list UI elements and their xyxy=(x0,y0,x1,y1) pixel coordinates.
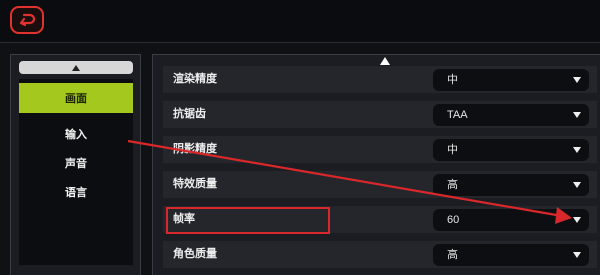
setting-row-render-precision: 渲染精度 中 xyxy=(163,66,597,93)
sidebar-item-language[interactable]: 语言 xyxy=(19,177,133,207)
shadow-precision-dropdown[interactable]: 中 xyxy=(433,139,589,161)
settings-panel: 渲染精度 中 抗锯齿 TAA 阴影精度 中 特效质量 高 帧率 60 角色质量 … xyxy=(152,54,600,275)
sidebar-scroll-up-button[interactable] xyxy=(19,61,133,74)
scroll-up-indicator-icon[interactable] xyxy=(380,57,390,65)
setting-row-character-quality: 角色质量 高 xyxy=(163,241,597,268)
render-precision-dropdown[interactable]: 中 xyxy=(433,69,589,91)
setting-label: 阴影精度 xyxy=(173,143,217,155)
character-quality-dropdown[interactable]: 高 xyxy=(433,244,589,266)
chevron-down-icon xyxy=(573,147,581,153)
sidebar-item-sound[interactable]: 声音 xyxy=(19,148,133,178)
sidebar-category-list: 画面 输入 声音 语言 xyxy=(19,79,133,265)
sidebar-item-graphics[interactable]: 画面 xyxy=(19,83,133,113)
back-arrow-icon xyxy=(19,13,36,27)
anti-aliasing-dropdown[interactable]: TAA xyxy=(433,104,589,126)
sidebar-item-label: 画面 xyxy=(65,93,87,105)
sidebar-item-label: 声音 xyxy=(65,158,87,170)
dropdown-value: 高 xyxy=(447,249,458,261)
sidebar-item-input[interactable]: 输入 xyxy=(19,119,133,149)
top-bar xyxy=(0,0,600,42)
effects-quality-dropdown[interactable]: 高 xyxy=(433,174,589,196)
setting-label: 抗锯齿 xyxy=(173,108,206,120)
dropdown-value: TAA xyxy=(447,109,468,121)
frame-rate-dropdown[interactable]: 60 xyxy=(433,209,589,231)
chevron-down-icon xyxy=(573,182,581,188)
frame-rate-highlight-box xyxy=(166,207,330,234)
header-divider xyxy=(0,42,600,43)
dropdown-value: 中 xyxy=(447,74,458,86)
chevron-down-icon xyxy=(573,217,581,223)
dropdown-value: 高 xyxy=(447,179,458,191)
setting-label: 特效质量 xyxy=(173,178,217,190)
chevron-down-icon xyxy=(573,77,581,83)
chevron-down-icon xyxy=(573,112,581,118)
setting-row-effects-quality: 特效质量 高 xyxy=(163,171,597,198)
sidebar-item-label: 输入 xyxy=(65,129,87,141)
back-button[interactable] xyxy=(10,6,44,34)
setting-row-shadow-precision: 阴影精度 中 xyxy=(163,136,597,163)
sidebar-item-label: 语言 xyxy=(65,187,87,199)
setting-label: 角色质量 xyxy=(173,248,217,260)
chevron-up-icon xyxy=(72,64,80,71)
dropdown-value: 60 xyxy=(447,214,460,226)
setting-row-anti-aliasing: 抗锯齿 TAA xyxy=(163,101,597,128)
setting-label: 渲染精度 xyxy=(173,73,217,85)
settings-sidebar: 画面 输入 声音 语言 xyxy=(10,54,141,275)
chevron-down-icon xyxy=(573,252,581,258)
dropdown-value: 中 xyxy=(447,144,458,156)
